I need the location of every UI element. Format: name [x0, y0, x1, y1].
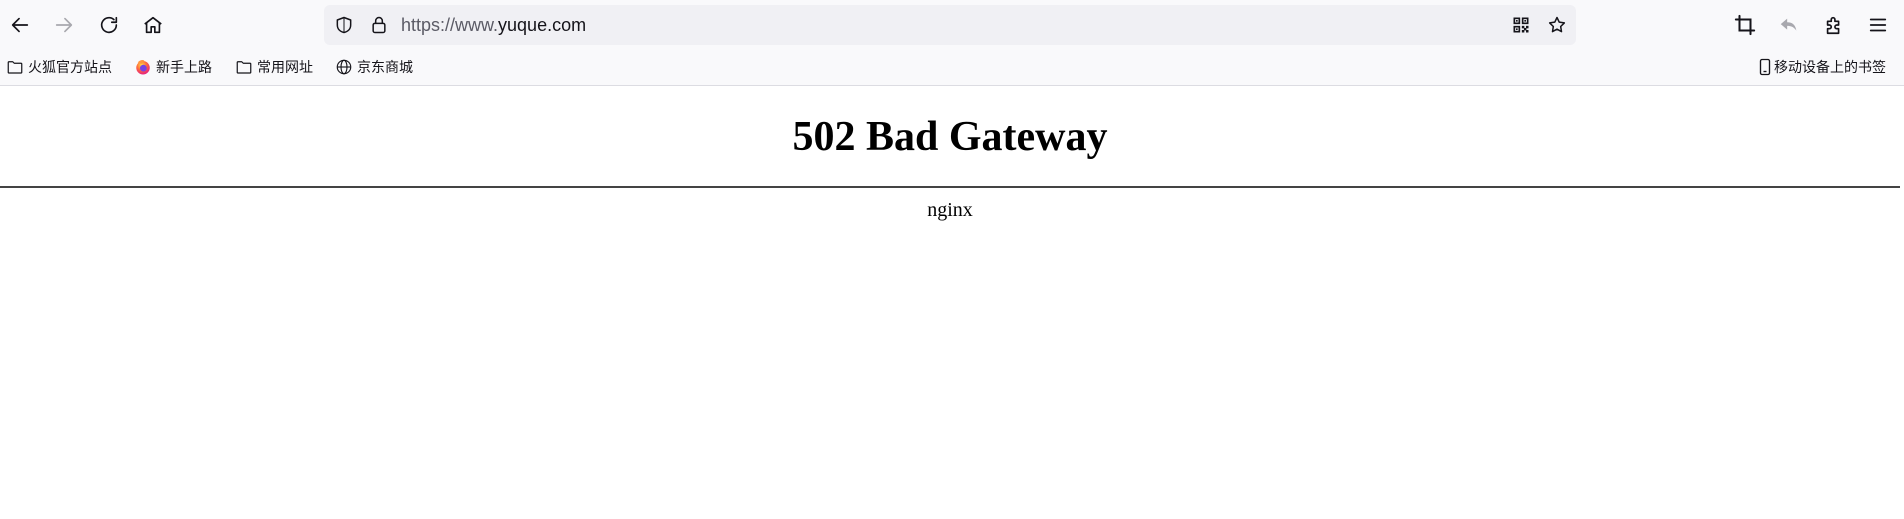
bookmark-jd-mall[interactable]: 京东商城 — [335, 56, 413, 78]
url-text[interactable]: https://www.yuque.com — [401, 14, 586, 36]
extensions-icon — [1826, 16, 1840, 35]
bookmark-getting-started[interactable]: 新手上路 — [134, 56, 212, 78]
forward-button[interactable] — [48, 9, 80, 41]
qr-code-icon[interactable] — [1510, 14, 1532, 36]
mobile-bookmarks-label: 移动设备上的书签 — [1774, 60, 1886, 76]
bookmark-common-sites[interactable]: 常用网址 — [235, 56, 313, 78]
firefox-icon — [136, 59, 150, 75]
tracking-protection-shield-icon[interactable] — [333, 14, 355, 36]
mobile-device-icon — [1759, 58, 1771, 76]
server-name: nginx — [927, 199, 973, 221]
globe-icon — [336, 59, 352, 75]
undo-icon — [1780, 18, 1797, 31]
bookmark-label: 新手上路 — [156, 60, 212, 76]
reload-button[interactable] — [93, 9, 125, 41]
arrow-left-icon — [11, 17, 29, 33]
menu-icon — [1869, 18, 1887, 32]
extensions-button[interactable] — [1818, 9, 1850, 41]
bookmark-label: 火狐官方站点 — [28, 60, 112, 76]
error-heading: 502 Bad Gateway — [792, 114, 1108, 160]
lock-icon[interactable] — [368, 14, 390, 36]
arrow-right-icon — [55, 17, 73, 33]
home-icon — [144, 16, 162, 34]
bookmark-label: 常用网址 — [257, 60, 313, 76]
reload-icon — [100, 16, 118, 34]
page-content: 502 Bad Gateway nginx — [0, 86, 1904, 519]
divider — [0, 186, 1900, 188]
screenshot-button[interactable] — [1729, 9, 1761, 41]
url-host: yuque.com — [498, 15, 587, 35]
bookmarks-toolbar: 火狐官方站点 新手上路 常用网址 京东商城 移动设备上的书签 — [0, 50, 1904, 86]
app-menu-button[interactable] — [1862, 9, 1894, 41]
back-button[interactable] — [4, 9, 36, 41]
bookmark-firefox-official[interactable]: 火狐官方站点 — [6, 56, 112, 78]
mobile-bookmarks[interactable]: 移动设备上的书签 — [1756, 56, 1886, 78]
screenshot-crop-icon — [1734, 14, 1756, 36]
bookmark-star-icon[interactable] — [1546, 14, 1568, 36]
home-button[interactable] — [137, 9, 169, 41]
url-bar[interactable]: https://www.yuque.com — [324, 5, 1576, 45]
navigation-toolbar: https://www.yuque.com — [0, 0, 1904, 50]
folder-icon — [7, 61, 23, 74]
url-scheme: https://www. — [401, 15, 499, 35]
folder-icon — [236, 61, 252, 74]
undo-button[interactable] — [1773, 9, 1805, 41]
bookmark-label: 京东商城 — [357, 60, 413, 76]
